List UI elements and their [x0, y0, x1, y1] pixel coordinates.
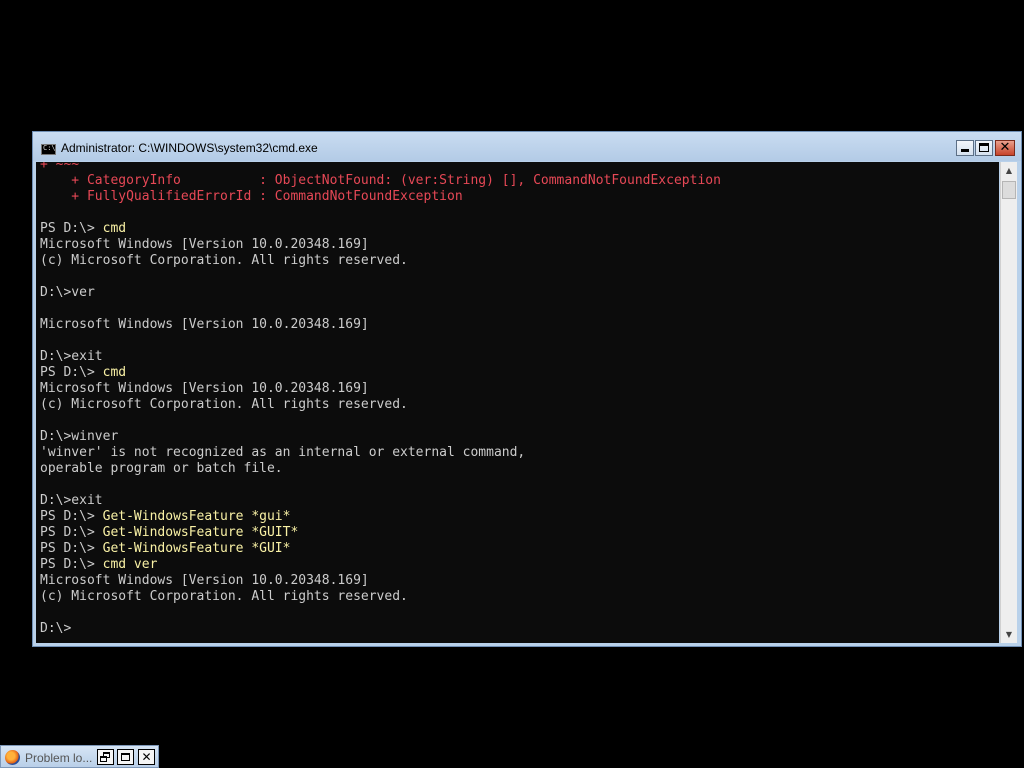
minimized-maximize-button[interactable] — [117, 749, 134, 765]
maximize-icon — [121, 753, 130, 761]
restore-icon-front — [100, 756, 107, 762]
minimized-window-problem[interactable]: Problem lo... ✕ — [0, 745, 159, 768]
console-line: (c) Microsoft Corporation. All rights re… — [40, 397, 408, 412]
scroll-thumb[interactable] — [1002, 181, 1016, 199]
close-icon: ✕ — [999, 140, 1011, 155]
console-prompt: PS D:\> — [40, 525, 103, 540]
console-line: PS D:\> cmd ver — [40, 557, 721, 573]
console-line: Microsoft Windows [Version 10.0.20348.16… — [40, 317, 369, 332]
minimize-button[interactable] — [956, 140, 974, 156]
console-line: PS D:\> Get-WindowsFeature *GUI* — [40, 541, 721, 557]
console-line: PS D:\> Get-WindowsFeature *gui* — [40, 509, 721, 525]
console-prompt: PS D:\> — [40, 221, 103, 236]
console-line: + CategoryInfo : ObjectNotFound: (ver:St… — [40, 173, 721, 188]
title-bar[interactable]: C:\ Administrator: C:\WINDOWS\system32\c… — [33, 132, 1021, 161]
console-line: Microsoft Windows [Version 10.0.20348.16… — [40, 237, 369, 252]
console-line: D:\>exit — [40, 349, 103, 364]
cmd-icon-text: C:\ — [43, 144, 56, 152]
console-command: cmd — [102, 221, 127, 236]
console-line: PS D:\> cmd — [40, 365, 721, 381]
console-line: D:\>winver — [40, 429, 119, 444]
maximize-button[interactable] — [975, 140, 993, 156]
console-line: PS D:\> cmd — [40, 221, 721, 237]
minimized-close-button[interactable]: ✕ — [138, 749, 155, 765]
console-line: (c) Microsoft Corporation. All rights re… — [40, 589, 408, 604]
minimize-icon — [961, 149, 969, 152]
firefox-icon — [5, 750, 20, 765]
console-prompt: PS D:\> — [40, 541, 103, 556]
maximize-icon — [979, 143, 989, 152]
console-prompt: PS D:\> — [40, 509, 103, 524]
console-prompt: PS D:\> — [40, 557, 103, 572]
console-command: cmd — [102, 365, 127, 380]
cmd-icon[interactable]: C:\ — [41, 144, 56, 155]
console-command: cmd ver — [102, 557, 158, 572]
console-output[interactable]: + ~~~ + CategoryInfo : ObjectNotFound: (… — [36, 162, 999, 643]
console-line: Microsoft Windows [Version 10.0.20348.16… — [40, 573, 369, 588]
minimized-window-title: Problem lo... — [25, 751, 93, 765]
window-title: Administrator: C:\WINDOWS\system32\cmd.e… — [61, 141, 318, 155]
console-line: 'winver' is not recognized as an interna… — [40, 445, 526, 460]
scroll-up-arrow-icon[interactable]: ▲ — [1001, 162, 1017, 179]
minimized-restore-button[interactable] — [97, 749, 114, 765]
console-line: Microsoft Windows [Version 10.0.20348.16… — [40, 381, 369, 396]
console-line: D:\> — [40, 621, 72, 636]
console-line: + FullyQualifiedErrorId : CommandNotFoun… — [40, 189, 463, 204]
close-button[interactable]: ✕ — [995, 140, 1015, 156]
cmd-window[interactable]: C:\ Administrator: C:\WINDOWS\system32\c… — [32, 131, 1022, 647]
console-command: Get-WindowsFeature *gui* — [102, 509, 291, 524]
console-line: PS D:\> Get-WindowsFeature *GUIT* — [40, 525, 721, 541]
console-line: D:\>ver — [40, 285, 95, 300]
console-lines: + ~~~ + CategoryInfo : ObjectNotFound: (… — [40, 162, 721, 637]
console-line: D:\>exit — [40, 493, 103, 508]
console-command: Get-WindowsFeature *GUIT* — [102, 525, 299, 540]
console-line: + ~~~ — [40, 162, 80, 172]
scroll-down-arrow-icon[interactable]: ▼ — [1001, 626, 1017, 643]
vertical-scrollbar[interactable]: ▲ ▼ — [1000, 162, 1017, 643]
console-command: Get-WindowsFeature *GUI* — [102, 541, 291, 556]
console-prompt: PS D:\> — [40, 365, 103, 380]
close-icon: ✕ — [141, 750, 152, 764]
console-line: (c) Microsoft Corporation. All rights re… — [40, 253, 408, 268]
console-line: operable program or batch file. — [40, 461, 283, 476]
